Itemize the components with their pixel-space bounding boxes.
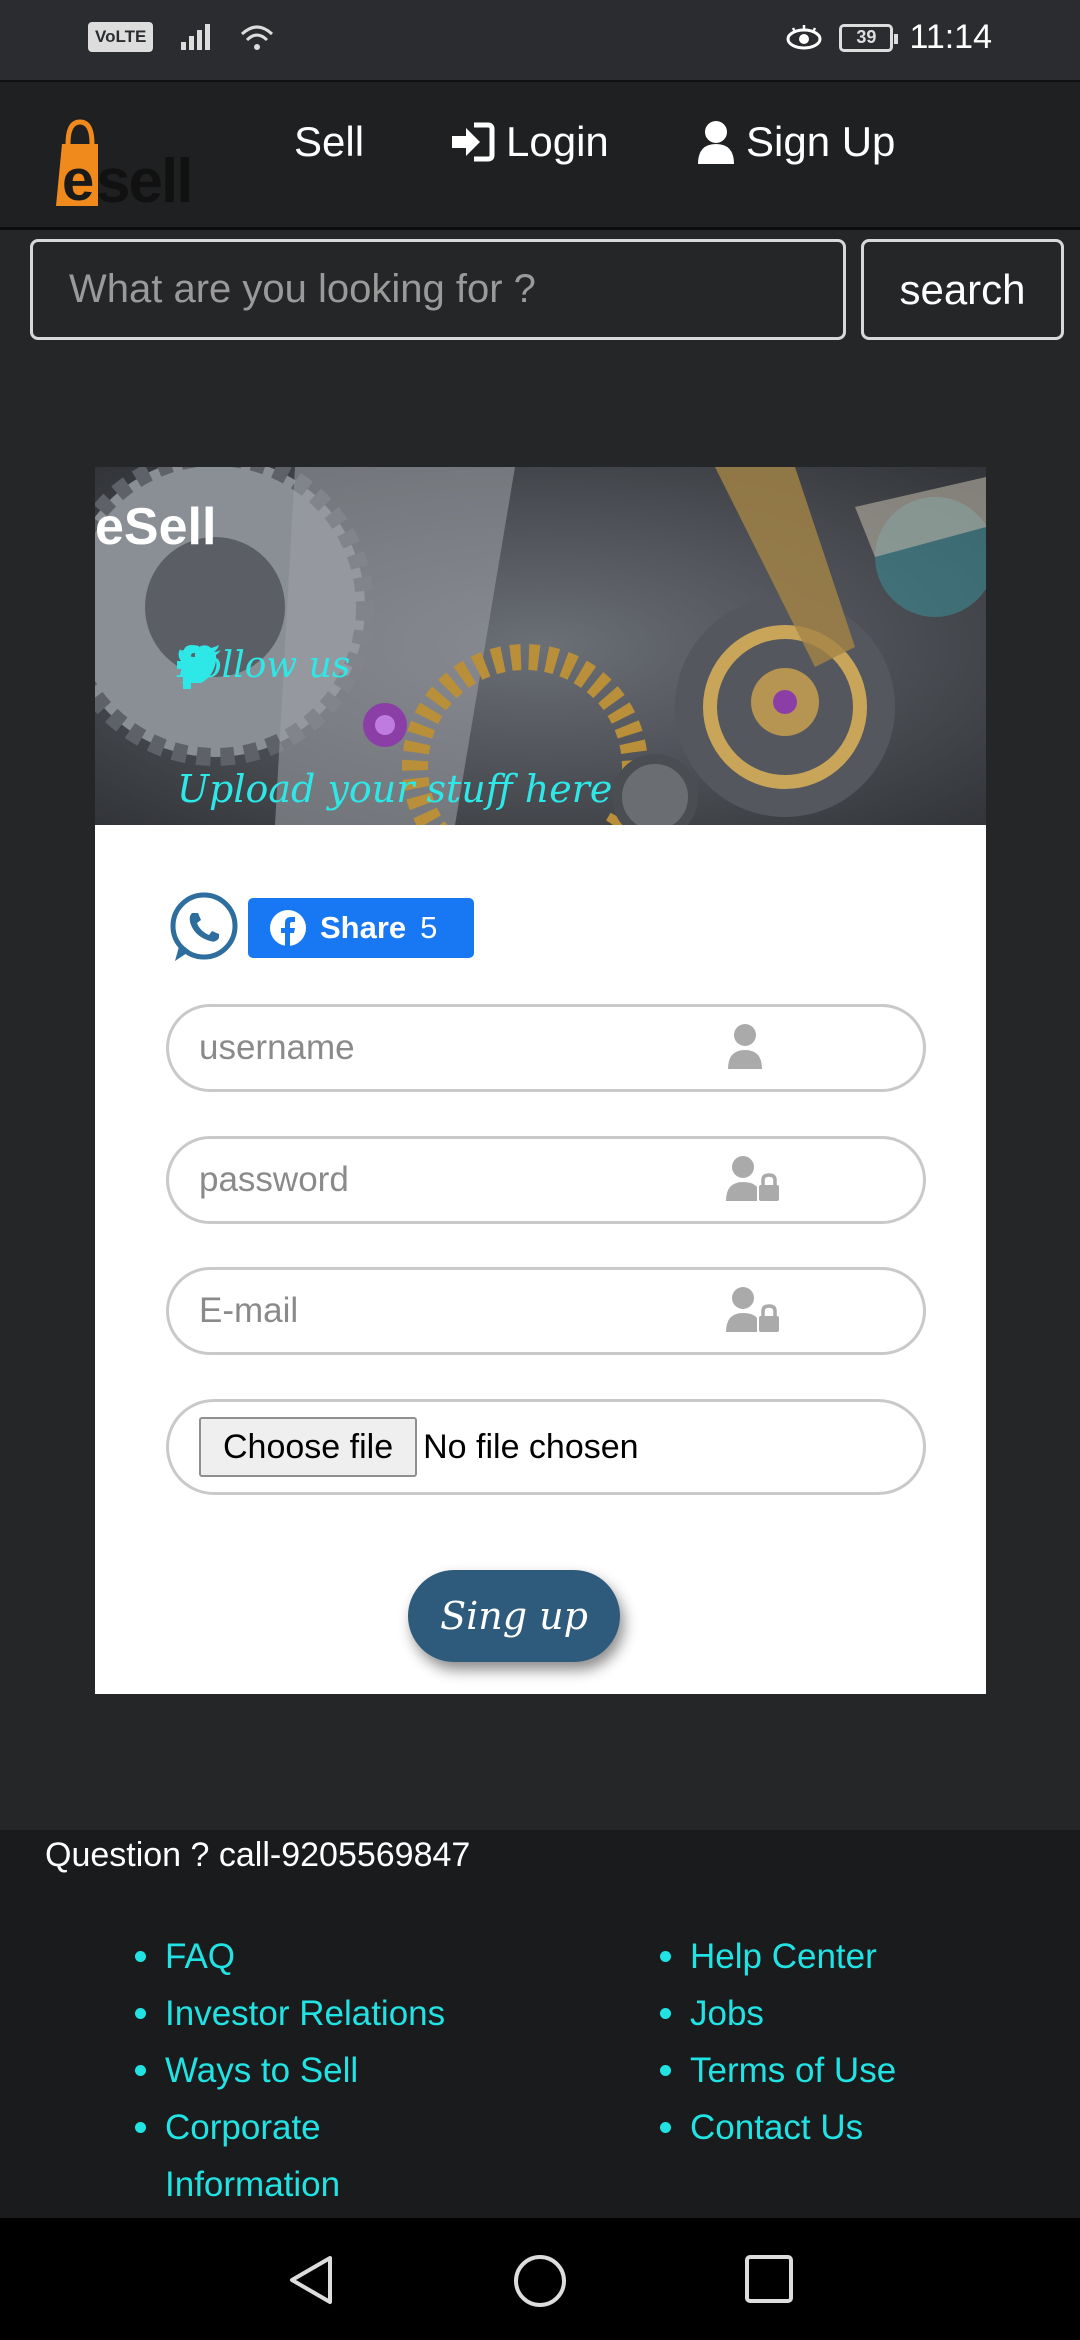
footer-link-faq[interactable]: FAQ	[165, 1937, 235, 1976]
home-icon[interactable]	[513, 2254, 567, 2308]
user-icon	[728, 1024, 762, 1069]
footer-link-item: Contact Us	[660, 2099, 1020, 2156]
wifi-icon	[241, 25, 274, 50]
eye-comfort-icon	[786, 24, 822, 49]
nav-sell-link[interactable]: Sell	[294, 118, 364, 166]
contact-phone: Question ? call-9205569847	[45, 1836, 471, 1874]
twitter-icon[interactable]	[177, 645, 221, 683]
footer-link-item: FAQ	[135, 1928, 495, 1985]
upload-tagline: Upload your stuff here	[177, 767, 613, 811]
whatsapp-icon[interactable]	[166, 891, 240, 965]
username-input[interactable]	[199, 1028, 719, 1068]
clock: 11:14	[909, 18, 992, 56]
footer-link-corporate-information[interactable]: Corporate Information	[165, 2108, 340, 2204]
nav-signup-link[interactable]: Sign Up	[696, 118, 895, 166]
username-field[interactable]	[166, 1004, 926, 1092]
svg-text:e: e	[62, 148, 94, 206]
email-input[interactable]	[199, 1291, 719, 1331]
footer-link-help-center[interactable]: Help Center	[690, 1937, 877, 1976]
nav-login-link[interactable]: Login	[450, 118, 609, 166]
footer-link-terms-of-use[interactable]: Terms of Use	[690, 2051, 896, 2090]
footer-link-contact-us[interactable]: Contact Us	[690, 2108, 863, 2147]
system-navigation-bar	[0, 2218, 1080, 2340]
footer-link-item: Jobs	[660, 1985, 1020, 2042]
signal-icon	[181, 24, 211, 50]
status-bar: VoLTE 39 11:14	[0, 0, 1080, 80]
back-icon[interactable]	[286, 2254, 336, 2306]
footer-link-ways-to-sell[interactable]: Ways to Sell	[165, 2051, 358, 2090]
file-status: No file chosen	[423, 1427, 639, 1466]
user-icon	[698, 121, 734, 164]
signup-card: eSell Follow us Upload your stuff here S…	[95, 467, 986, 1694]
footer-link-item: Corporate Information	[135, 2099, 495, 2213]
search-button[interactable]: search	[861, 239, 1064, 340]
login-icon	[452, 122, 495, 162]
footer-link-item: Terms of Use	[660, 2042, 1020, 2099]
share-count: 5	[420, 910, 438, 945]
footer: Question ? call-9205569847 FAQ Investor …	[0, 1830, 1080, 2218]
facebook-logo-icon	[270, 910, 306, 946]
follow-us: Follow us	[177, 645, 350, 689]
share-row: Share 5	[166, 891, 474, 965]
banner: eSell Follow us Upload your stuff here	[95, 467, 986, 825]
file-upload-field: Choose file No file chosen	[166, 1399, 926, 1495]
password-input[interactable]	[199, 1160, 719, 1200]
footer-link-jobs[interactable]: Jobs	[690, 1994, 764, 2033]
footer-link-item: Help Center	[660, 1928, 1020, 1985]
svg-text:sell: sell	[96, 147, 191, 206]
esell-logo[interactable]: e sell esell	[52, 114, 212, 206]
facebook-share-button[interactable]: Share 5	[248, 898, 474, 958]
footer-links-left: FAQ Investor Relations Ways to Sell Corp…	[135, 1928, 495, 2213]
choose-file-button[interactable]: Choose file	[199, 1417, 418, 1477]
nav-sell-label: Sell	[294, 118, 365, 165]
email-field[interactable]	[166, 1267, 926, 1355]
footer-links-right: Help Center Jobs Terms of Use Contact Us	[660, 1928, 1020, 2156]
nav-signup-label: Sign Up	[746, 118, 896, 165]
signup-submit-button[interactable]: Sing up	[408, 1570, 620, 1662]
search-input[interactable]	[30, 239, 846, 340]
nav-login-label: Login	[506, 118, 609, 165]
footer-link-item: Investor Relations	[135, 1985, 495, 2042]
user-lock-icon	[726, 1287, 779, 1332]
battery-indicator: 39	[839, 23, 899, 52]
recents-icon[interactable]	[744, 2254, 794, 2304]
user-lock-icon	[726, 1156, 779, 1201]
share-label: Share	[320, 910, 407, 945]
brand-title: eSell	[95, 498, 217, 556]
volte-indicator: VoLTE	[88, 22, 154, 52]
footer-link-item: Ways to Sell	[135, 2042, 495, 2099]
password-field[interactable]	[166, 1136, 926, 1224]
top-navbar: e sell esell Sell Login Sign Up	[0, 80, 1080, 230]
footer-link-investor-relations[interactable]: Investor Relations	[165, 1994, 445, 2033]
